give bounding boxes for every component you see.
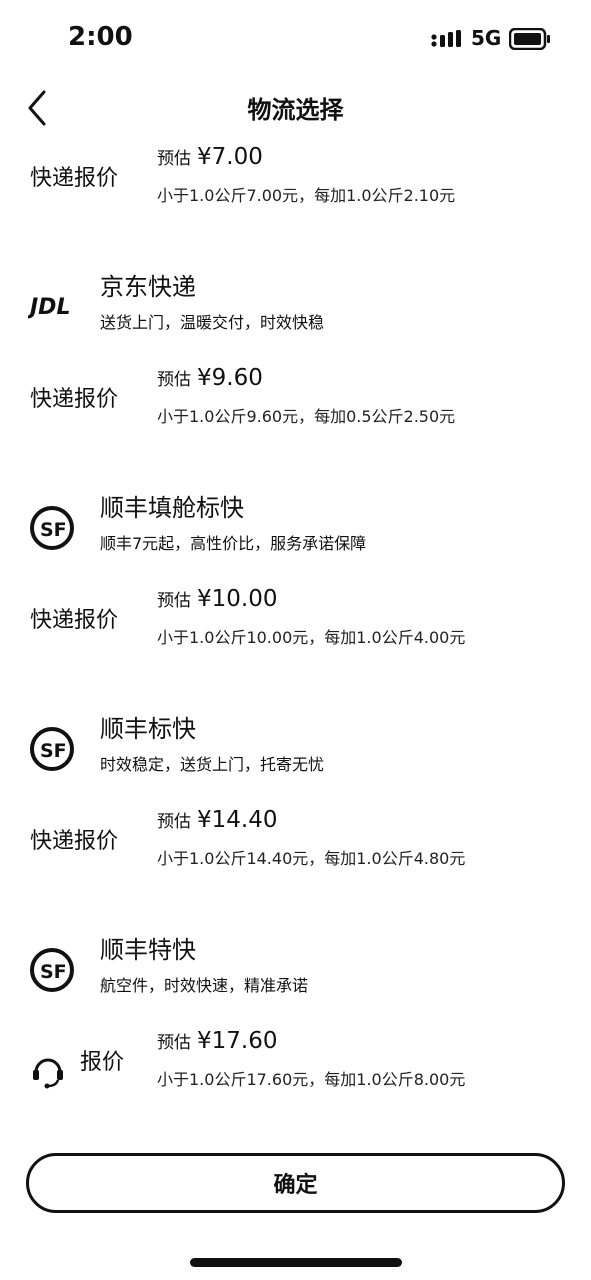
estimate-prefix: 预估 [157,370,191,390]
price-value: ¥9.60 [197,365,263,391]
carrier-sf-fill[interactable]: SF 顺丰填舱标快 顺丰7元起，高性价比，服务承诺保障 [0,488,591,572]
signal-icon [431,30,461,47]
estimate-prefix: 预估 [157,812,191,832]
carrier-desc: 送货上门，温暖交付，时效快稳 [100,313,325,332]
price-value: ¥17.60 [197,1028,278,1054]
svg-text:SF: SF [40,961,67,983]
svg-text:SF: SF [40,740,67,762]
carrier-jdl[interactable]: JDL 京东快递 送货上门，温暖交付，时效快稳 [0,267,591,351]
jdl-logo-icon: JDL [28,295,70,320]
logistics-list: 快递报价 预估 ¥7.00 小于1.0公斤7.00元，每加1.0公斤2.10元 J… [0,132,591,1094]
price-estimate: 预估 ¥7.00 [157,144,263,170]
price-block[interactable]: 快递报价 预估 ¥7.00 小于1.0公斤7.00元，每加1.0公斤2.10元 [0,138,591,210]
carrier-name: 顺丰填舱标快 [100,494,244,522]
price-label: 快递报价 [30,387,119,412]
price-estimate: 预估 ¥9.60 [157,365,263,391]
sf-logo-icon: SF [30,948,74,992]
price-estimate: 预估 ¥14.40 [157,807,277,833]
battery-icon [509,28,550,50]
svg-text:SF: SF [40,519,67,541]
carrier-sf-express[interactable]: SF 顺丰特快 航空件，时效快速，精准承诺 [0,930,591,1014]
home-indicator [190,1258,402,1267]
price-block[interactable]: 报价 预估 ¥17.60 小于1.0公斤17.60元，每加1.0公斤8.00元 [0,1022,591,1094]
price-estimate: 预估 ¥10.00 [157,586,277,612]
svg-text:JDL: JDL [28,295,70,320]
status-bar: 2:00 5G [0,0,591,80]
estimate-prefix: 预估 [157,1033,191,1053]
sf-logo-icon: SF [30,727,74,771]
price-detail: 小于1.0公斤7.00元，每加1.0公斤2.10元 [157,186,456,205]
carrier-sf-standard[interactable]: SF 顺丰标快 时效稳定，送货上门，托寄无忧 [0,709,591,793]
carrier-name: 顺丰特快 [100,936,196,964]
price-detail: 小于1.0公斤17.60元，每加1.0公斤8.00元 [157,1070,466,1089]
price-label: 快递报价 [30,829,119,854]
price-block[interactable]: 快递报价 预估 ¥9.60 小于1.0公斤9.60元，每加0.5公斤2.50元 [0,359,591,431]
page-title: 物流选择 [247,96,344,124]
nav-bar: 物流选择 [0,82,591,132]
price-block[interactable]: 快递报价 预估 ¥14.40 小于1.0公斤14.40元，每加1.0公斤4.80元 [0,801,591,873]
headset-icon[interactable] [28,1050,68,1090]
confirm-button[interactable]: 确定 [26,1153,565,1213]
status-time: 2:00 [68,22,133,52]
carrier-desc: 顺丰7元起，高性价比，服务承诺保障 [100,534,367,553]
carrier-desc: 航空件，时效快速，精准承诺 [100,976,309,995]
estimate-prefix: 预估 [157,591,191,611]
price-block[interactable]: 快递报价 预估 ¥10.00 小于1.0公斤10.00元，每加1.0公斤4.00元 [0,580,591,652]
network-label: 5G [471,26,502,50]
price-value: ¥7.00 [197,144,263,170]
price-detail: 小于1.0公斤10.00元，每加1.0公斤4.00元 [157,628,466,647]
price-label: 报价 [80,1050,125,1075]
carrier-name: 顺丰标快 [100,715,196,743]
price-value: ¥10.00 [197,586,278,612]
price-value: ¥14.40 [197,807,278,833]
estimate-prefix: 预估 [157,149,191,169]
price-detail: 小于1.0公斤9.60元，每加0.5公斤2.50元 [157,407,456,426]
price-label: 快递报价 [30,608,119,633]
price-label: 快递报价 [30,166,119,191]
carrier-desc: 时效稳定，送货上门，托寄无忧 [100,755,325,774]
sf-logo-icon: SF [30,506,74,550]
price-estimate: 预估 ¥17.60 [157,1028,277,1054]
carrier-name: 京东快递 [100,273,196,301]
price-detail: 小于1.0公斤14.40元，每加1.0公斤4.80元 [157,849,466,868]
